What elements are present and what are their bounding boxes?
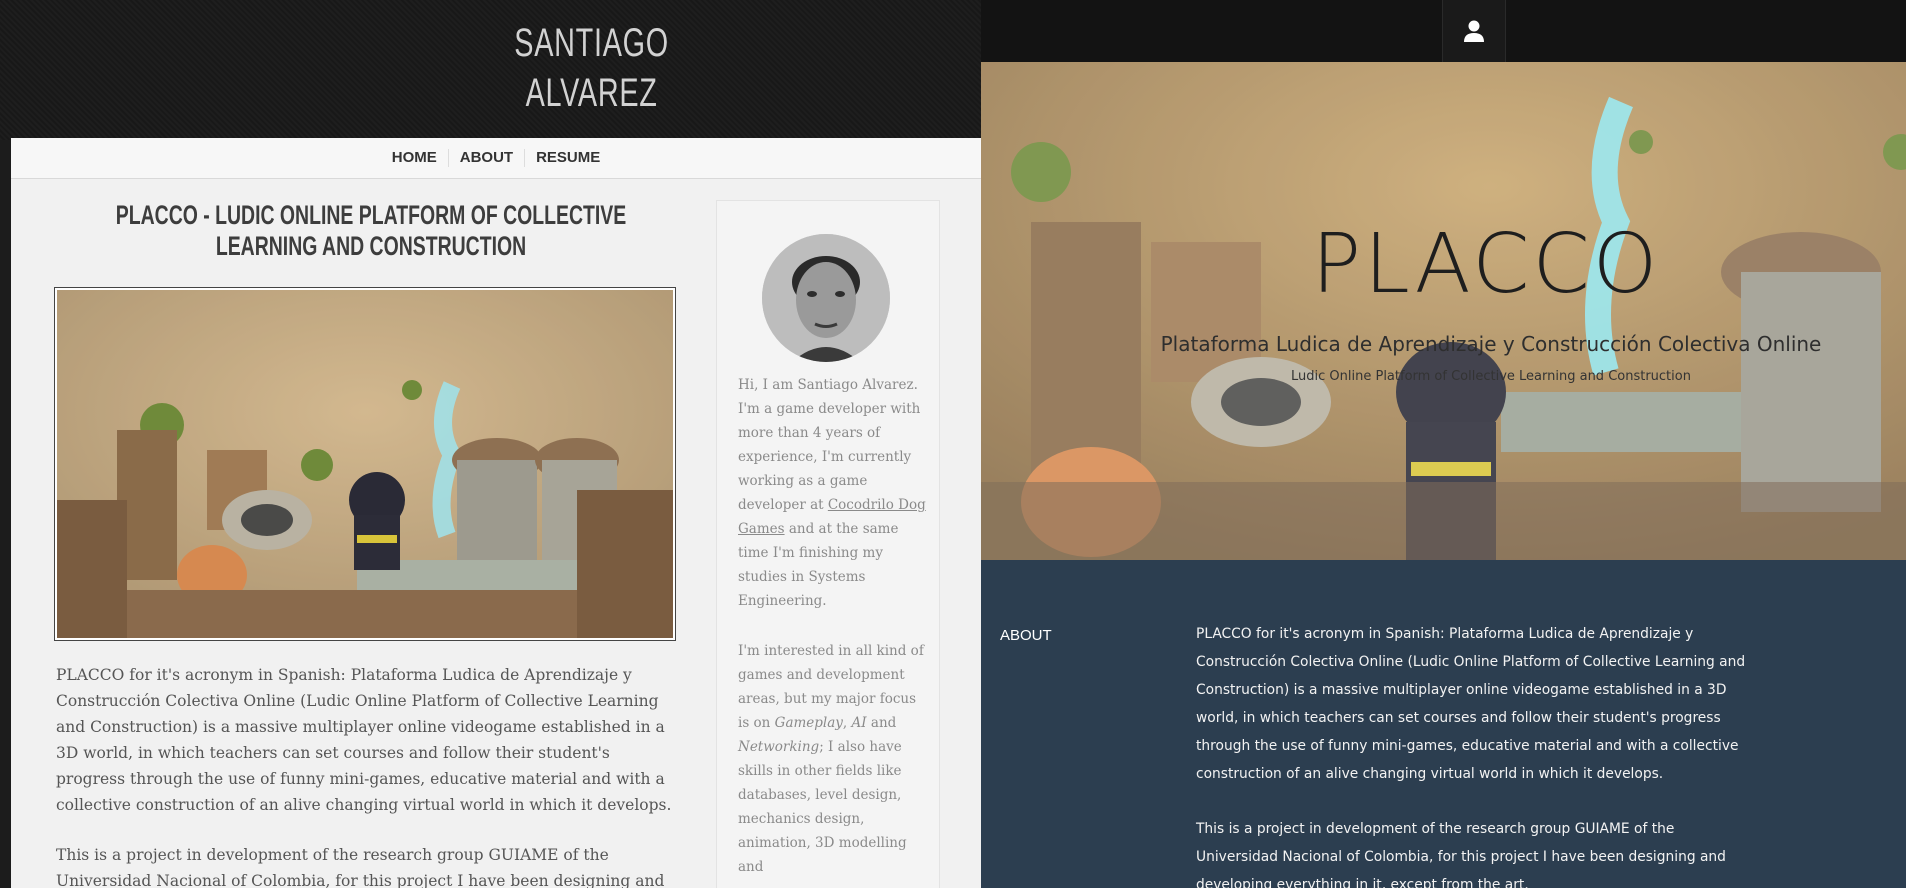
user-icon [1464,20,1484,42]
nav-home[interactable]: HOME [381,149,448,167]
post-paragraph: PLACCO for it's acronym in Spanish: Plat… [56,666,672,814]
hero-title: PLACCO [1311,217,1661,312]
nav-resume[interactable]: RESUME [524,149,611,167]
site-title[interactable]: SANTIAGO ALVAREZ [484,18,700,118]
hero-subtitle-english: Ludic Online Platform of Collective Lear… [1291,369,1691,384]
right-site: PLACCO Plataforma Ludica de Aprendizaje … [981,0,1906,888]
post-image [54,287,676,641]
interests-paragraph: I'm interested in all kind of games and … [738,639,928,879]
focus-gameplay: Gameplay [774,715,843,731]
left-site: SANTIAGO ALVAREZ HOME ABOUT RESUME PLACC… [0,0,981,888]
hero-subtitle: Plataforma Ludica de Aprendizaje y Const… [1160,332,1822,356]
top-bar [981,0,1906,62]
sidebar: Hi, I am Santiago Alvarez. I'm a game de… [716,200,940,888]
content-panel: HOME ABOUT RESUME PLACCO - LUDIC ONLINE … [11,138,981,888]
bio-paragraph: Hi, I am Santiago Alvarez. I'm a game de… [738,373,928,613]
game-screenshot-image [57,290,673,638]
main-nav: HOME ABOUT RESUME [11,138,981,179]
about-label: ABOUT [1000,627,1052,644]
hero-banner: PLACCO Plataforma Ludica de Aprendizaje … [981,62,1906,560]
focus-separator: , [842,715,852,731]
focus-and: and [866,715,897,731]
avatar-photo [762,234,890,362]
focus-networking: Networking [738,739,820,755]
post-title-container: PLACCO - LUDIC ONLINE PLATFORM OF COLLEC… [51,200,691,262]
post-title: PLACCO - LUDIC ONLINE PLATFORM OF COLLEC… [115,200,627,261]
nav-about[interactable]: ABOUT [447,149,524,167]
user-button[interactable] [1442,0,1506,62]
interests-text-end: ; I also have skills in other fields lik… [738,739,907,875]
about-paragraph: This is a project in development of the … [1196,821,1726,888]
about-paragraph: PLACCO for it's acronym in Spanish: Plat… [1196,626,1746,782]
focus-ai: AI [851,715,867,731]
avatar [762,234,890,362]
post-paragraph: This is a project in development of the … [56,846,665,888]
bio-text: Hi, I am Santiago Alvarez. I'm a game de… [738,377,921,513]
